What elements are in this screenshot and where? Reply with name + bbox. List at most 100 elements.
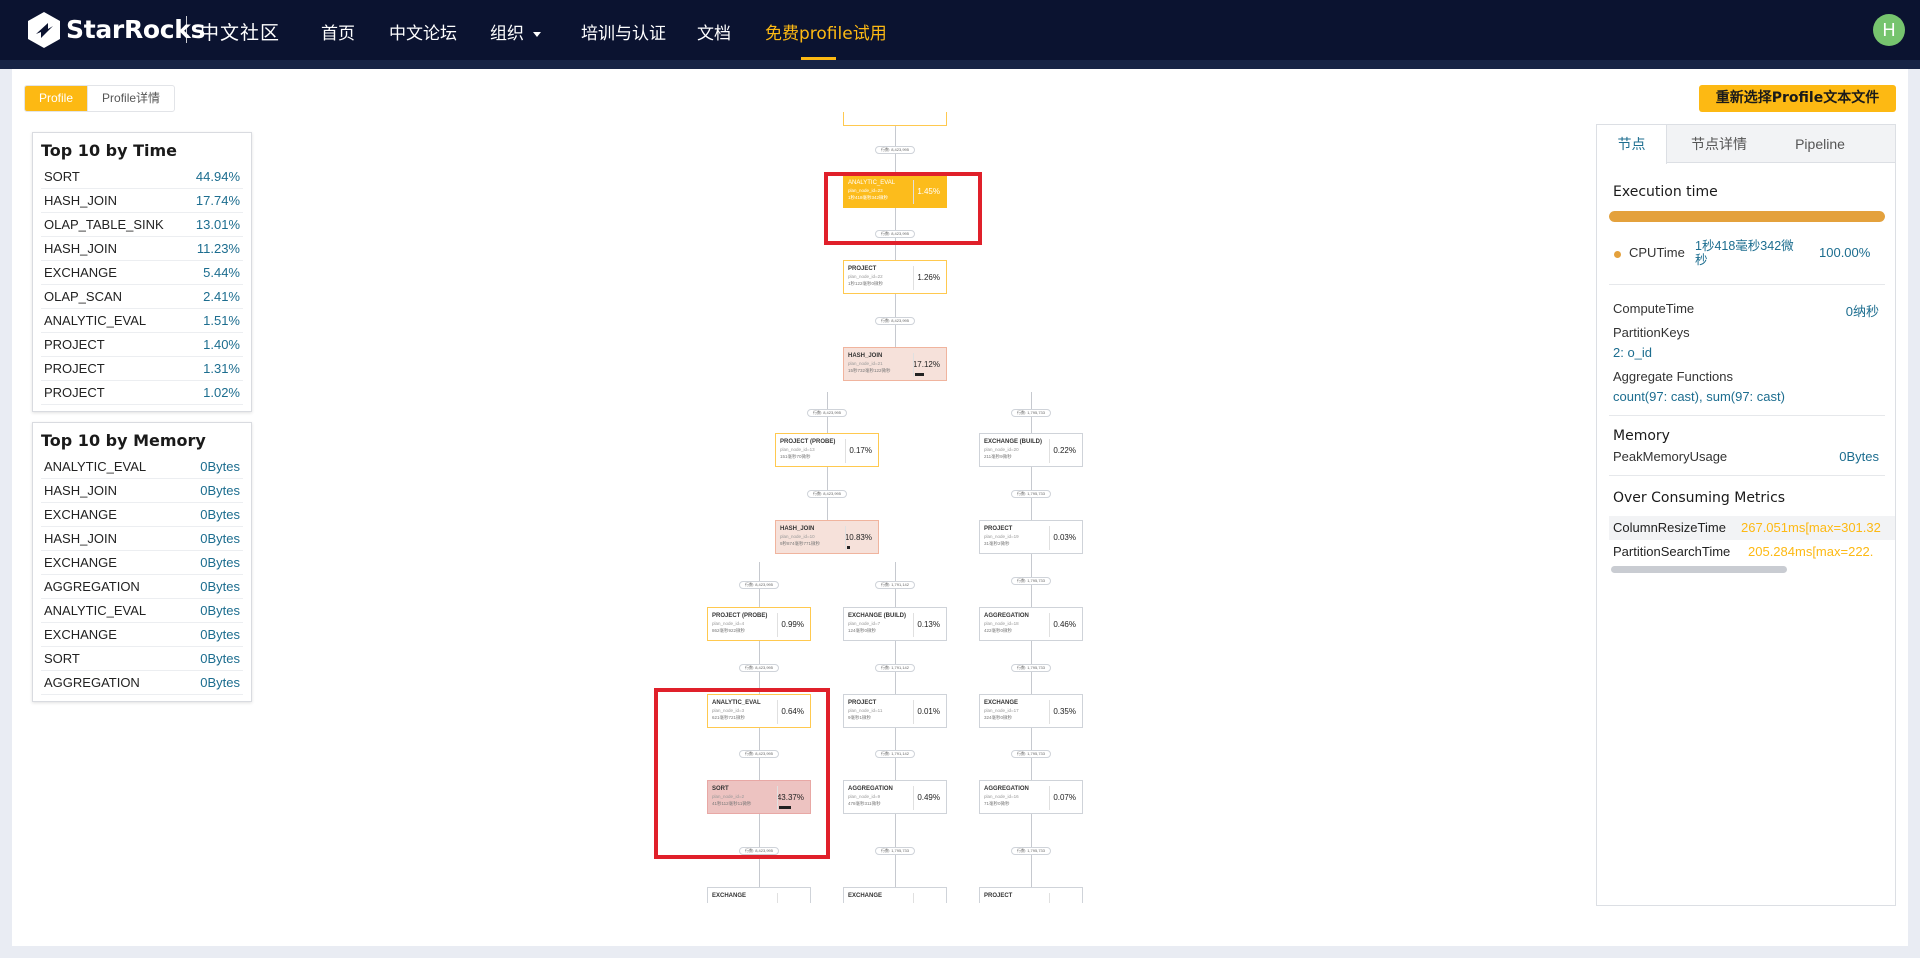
node-divider [777, 613, 778, 637]
divider [1609, 475, 1885, 476]
graph-node[interactable]: EXCHANGE [707, 887, 811, 903]
node-percent: 10.83% [844, 533, 872, 542]
operator-name: PROJECT [44, 337, 105, 352]
graph-node[interactable]: EXCHANGE [843, 887, 947, 903]
edge-label: 行数: 1,795,733 [1011, 750, 1051, 758]
edge-label: 行数: 8,423,995 [875, 316, 915, 325]
table-row[interactable]: EXCHANGE 0Bytes [41, 551, 243, 575]
operator-name: PROJECT [44, 361, 105, 376]
brand-community[interactable]: 中文社区 [200, 18, 280, 45]
table-row[interactable]: HASH_JOIN 0Bytes [41, 479, 243, 503]
table-row[interactable]: HASH_JOIN 11.23% [41, 237, 243, 261]
table-row[interactable]: AGGREGATION 0Bytes [41, 575, 243, 599]
graph-node[interactable]: AGGREGATION plan_node_id=9 478毫秒311微秒 0.49% [843, 780, 947, 814]
nav-training[interactable]: 培训与认证 [581, 19, 666, 44]
table-row[interactable]: OLAP_TABLE_SINK 13.01% [41, 213, 243, 237]
node-name: EXCHANGE [984, 700, 1019, 706]
tab-node[interactable]: 节点 [1597, 125, 1667, 164]
table-row[interactable]: OLAP_SCAN 2.41% [41, 285, 243, 309]
graph-node[interactable]: PROJECT plan_node_id=11 9毫秒1微秒 0.01% [843, 694, 947, 728]
table-row[interactable]: AGGREGATION 0Bytes [41, 671, 243, 695]
table-row[interactable]: PROJECT 1.31% [41, 357, 243, 381]
graph-node[interactable]: PROJECT plan_node_id=19 31毫秒2微秒 0.03% [979, 520, 1083, 554]
node-divider [913, 353, 914, 377]
avatar[interactable]: H [1873, 14, 1905, 46]
nav-forum[interactable]: 中文论坛 [389, 19, 457, 44]
node-name: EXCHANGE [848, 893, 883, 899]
operator-name: HASH_JOIN [44, 483, 117, 498]
node-id: plan_node_id=9 [848, 794, 881, 799]
table-row[interactable]: SORT 0Bytes [41, 647, 243, 671]
node-divider [1049, 700, 1050, 724]
table-row[interactable]: ANALYTIC_EVAL 1.51% [41, 309, 243, 333]
table-row[interactable]: PROJECT 1.40% [41, 333, 243, 357]
node-id: plan_node_id=20 [984, 447, 1019, 452]
node-divider [845, 526, 846, 550]
starrocks-logo-icon[interactable] [26, 11, 62, 49]
graph-node[interactable]: PROJECT (PROBE) plan_node_id=4 862毫秒922微秒 0… [707, 607, 811, 641]
peak-memory-label: PeakMemoryUsage [1613, 449, 1728, 464]
table-row[interactable]: HASH_JOIN 17.74% [41, 189, 243, 213]
table-row[interactable]: ANALYTIC_EVAL 0Bytes [41, 455, 243, 479]
nav-docs[interactable]: 文档 [697, 19, 731, 44]
tab-pipeline[interactable]: Pipeline [1773, 125, 1867, 163]
graph-node[interactable]: EXCHANGE plan_node_id=17 324毫秒0微秒 0.35% [979, 694, 1083, 728]
edge-label: 行数: 1,795,733 [1011, 846, 1051, 855]
node-id: plan_node_id=19 [984, 534, 1019, 539]
tab-profile-detail[interactable]: Profile详情 [87, 86, 174, 111]
tab-node-detail[interactable]: 节点详情 [1671, 125, 1767, 163]
top-memory-list: ANALYTIC_EVAL 0Bytes HASH_JOIN 0Bytes EXCHAN… [33, 455, 251, 695]
graph-node[interactable]: AGGREGATION plan_node_id=18 422毫秒0微秒 0.46% [979, 607, 1083, 641]
operator-name: SORT [44, 169, 80, 184]
graph-node[interactable]: PROJECT (PROBE) plan_node_id=13 151毫秒70微秒 0… [775, 433, 879, 467]
graph-node[interactable] [843, 112, 947, 126]
operator-value: 0Bytes [200, 483, 240, 498]
graph-node[interactable]: HASH_JOIN plan_node_id=21 15秒732毫秒122微秒 17.… [843, 347, 947, 381]
brand-name[interactable]: StarRocks [66, 15, 206, 44]
node-percent: 0.46% [1053, 620, 1076, 629]
table-row[interactable]: EXCHANGE 5.44% [41, 261, 243, 285]
nav-organization[interactable]: 组织 [490, 19, 541, 44]
table-row[interactable]: ANALYTIC_EVAL 0Bytes [41, 599, 243, 623]
graph-node[interactable]: EXCHANGE (BUILD) plan_node_id=7 124毫秒0微秒 0.… [843, 607, 947, 641]
reselect-profile-button[interactable]: 重新选择Profile文本文件 [1699, 85, 1896, 112]
node-time: 124毫秒0微秒 [848, 628, 877, 633]
horizontal-scrollbar[interactable] [1611, 566, 1787, 573]
graph-node[interactable]: PROJECT [979, 887, 1083, 903]
partition-keys-value: 2: o_id [1613, 345, 1653, 360]
nav-profile-trial[interactable]: 免费profile试用 [765, 19, 887, 44]
table-row[interactable]: SORT 44.94% [41, 165, 243, 189]
metric-row: ColumnResizeTime 267.051ms[max=301.32 [1609, 516, 1895, 540]
table-row[interactable]: EXCHANGE 0Bytes [41, 623, 243, 647]
node-id: plan_node_id=4 [712, 621, 745, 626]
operator-name: PROJECT [44, 385, 105, 400]
over-consuming-title: Over Consuming Metrics [1613, 490, 1786, 506]
node-time: 15秒732毫秒122微秒 [848, 368, 891, 373]
operator-value: 0Bytes [200, 675, 240, 690]
table-row[interactable]: EXCHANGE 0Bytes [41, 503, 243, 527]
node-time: 31毫秒2微秒 [984, 541, 1010, 546]
nav-home[interactable]: 首页 [321, 19, 355, 44]
node-divider [845, 439, 846, 463]
operator-value: 0Bytes [200, 531, 240, 546]
table-row[interactable]: HASH_JOIN 0Bytes [41, 527, 243, 551]
node-divider [1049, 786, 1050, 810]
graph-node[interactable]: PROJECT plan_node_id=22 1秒122毫秒0微秒 1.26% [843, 260, 947, 294]
node-id: plan_node_id=22 [848, 274, 883, 279]
graph-node[interactable]: AGGREGATION plan_node_id=16 71毫秒0微秒 0.07% [979, 780, 1083, 814]
graph-node[interactable]: EXCHANGE (BUILD) plan_node_id=20 211毫秒9微秒 0… [979, 433, 1083, 467]
table-row[interactable]: PROJECT 1.02% [41, 381, 243, 405]
graph-node[interactable]: HASH_JOIN plan_node_id=10 9秒874毫秒771微秒 10.8… [775, 520, 879, 554]
edge-label: 行数: 8,423,995 [807, 489, 847, 498]
cpu-legend-dot-icon [1614, 251, 1621, 258]
edge-label: 行数: 1,791,142 [875, 580, 915, 589]
node-id: plan_node_id=18 [984, 621, 1019, 626]
node-name: PROJECT [848, 266, 877, 272]
node-name: HASH_JOIN [780, 526, 815, 532]
tab-profile[interactable]: Profile [25, 86, 88, 111]
node-percent: 0.13% [917, 620, 940, 629]
node-name: AGGREGATION [984, 786, 1029, 792]
compute-time-value: 0纳秒 [1845, 304, 1879, 319]
node-divider [913, 893, 914, 903]
node-id: plan_node_id=21 [848, 361, 883, 366]
